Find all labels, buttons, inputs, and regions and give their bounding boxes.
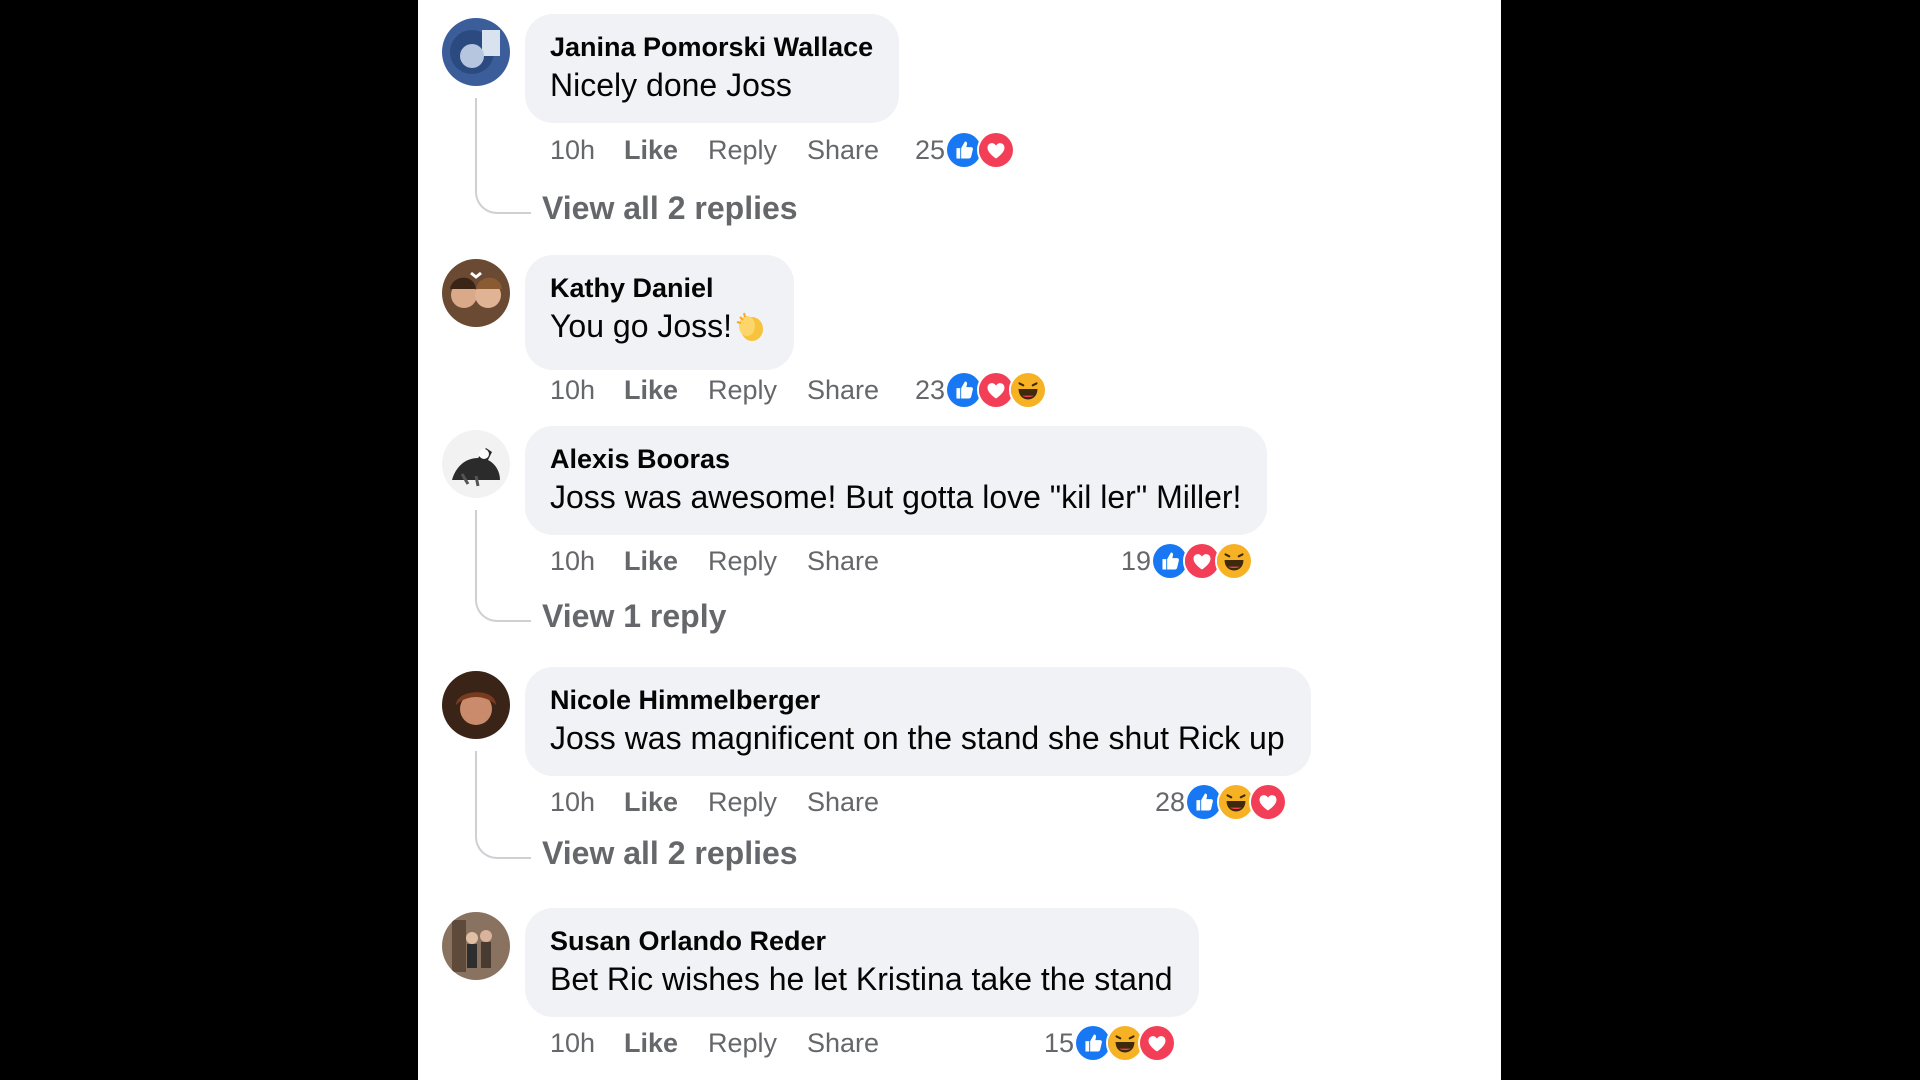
reply-button[interactable]: Reply — [708, 546, 807, 577]
share-button[interactable]: Share — [807, 135, 887, 166]
reply-button[interactable]: Reply — [708, 787, 807, 818]
comment-author[interactable]: Susan Orlando Reder — [550, 924, 1173, 958]
thread-connector — [475, 835, 531, 859]
reaction-count: 19 — [1121, 545, 1152, 576]
comment-bubble: Janina Pomorski Wallace Nicely done Joss — [525, 14, 900, 123]
reaction-count: 15 — [1044, 1027, 1075, 1058]
like-button[interactable]: Like — [624, 375, 708, 406]
like-button[interactable]: Like — [624, 135, 708, 166]
share-button[interactable]: Share — [807, 1028, 887, 1059]
avatar[interactable] — [442, 259, 510, 327]
comment-author[interactable]: Janina Pomorski Wallace — [550, 30, 873, 64]
view-replies-link[interactable]: View 1 reply — [542, 598, 726, 635]
comments-panel: Janina Pomorski Wallace Nicely done Joss… — [418, 0, 1501, 1080]
avatar[interactable] — [442, 671, 510, 739]
comment-text: Bet Ric wishes he let Kristina take the … — [550, 961, 1173, 997]
comment-actions: 10h Like Reply Share — [550, 130, 887, 170]
comment-actions: 10h Like Reply Share — [550, 541, 887, 581]
comment-text-content: You go Joss! — [550, 308, 733, 344]
comment-actions: 10h Like Reply Share — [550, 782, 887, 822]
share-button[interactable]: Share — [807, 787, 887, 818]
haha-reaction-icon — [1009, 371, 1048, 409]
like-button[interactable]: Like — [624, 787, 708, 818]
reactions-summary[interactable]: 23 — [915, 370, 1048, 410]
share-button[interactable]: Share — [807, 375, 887, 406]
reply-button[interactable]: Reply — [708, 375, 807, 406]
reactions-summary[interactable]: 25 — [915, 130, 1016, 170]
view-replies-link[interactable]: View all 2 replies — [542, 190, 798, 227]
comment-text: Joss was awesome! But gotta love "kil le… — [550, 479, 1242, 515]
comment-text: Joss was magnificent on the stand she sh… — [550, 720, 1285, 756]
comment-author[interactable]: Kathy Daniel — [550, 271, 768, 305]
avatar[interactable] — [442, 912, 510, 980]
comment-bubble: Nicole Himmelberger Joss was magnificent… — [525, 667, 1311, 776]
avatar[interactable] — [442, 18, 510, 86]
reply-button[interactable]: Reply — [708, 1028, 807, 1059]
thread-connector — [475, 598, 531, 622]
comment-timestamp[interactable]: 10h — [550, 546, 624, 577]
clapping-hands-emoji-icon — [734, 309, 768, 352]
reactions-summary[interactable]: 15 — [1044, 1023, 1177, 1063]
comment-timestamp[interactable]: 10h — [550, 375, 624, 406]
share-button[interactable]: Share — [807, 546, 887, 577]
comment-bubble: Kathy Daniel You go Joss! — [525, 255, 795, 370]
comment-text: You go Joss! — [550, 306, 768, 352]
view-replies-link[interactable]: View all 2 replies — [542, 835, 798, 872]
comment-author[interactable]: Alexis Booras — [550, 442, 1241, 476]
haha-reaction-icon — [1215, 542, 1254, 580]
comment-bubble: Alexis Booras Joss was awesome! But gott… — [525, 426, 1268, 535]
comment-actions: 10h Like Reply Share — [550, 370, 887, 410]
thread-connector — [475, 190, 531, 214]
thread-line — [475, 510, 477, 602]
love-reaction-icon — [1138, 1024, 1177, 1062]
reactions-summary[interactable]: 19 — [1121, 541, 1254, 581]
reaction-count: 28 — [1155, 786, 1186, 817]
reaction-count: 25 — [915, 134, 946, 165]
thread-line — [475, 751, 477, 839]
reaction-count: 23 — [915, 374, 946, 405]
thread-line — [475, 98, 477, 194]
love-reaction-icon — [1249, 783, 1288, 821]
comment-timestamp[interactable]: 10h — [550, 787, 624, 818]
comment-actions: 10h Like Reply Share — [550, 1023, 887, 1063]
love-reaction-icon — [977, 131, 1016, 169]
comment-text: Nicely done Joss — [550, 67, 792, 103]
comment-timestamp[interactable]: 10h — [550, 1028, 624, 1059]
like-button[interactable]: Like — [624, 546, 708, 577]
comment-author[interactable]: Nicole Himmelberger — [550, 683, 1285, 717]
avatar[interactable] — [442, 430, 510, 498]
comment-timestamp[interactable]: 10h — [550, 135, 624, 166]
reply-button[interactable]: Reply — [708, 135, 807, 166]
comment-bubble: Susan Orlando Reder Bet Ric wishes he le… — [525, 908, 1199, 1017]
reactions-summary[interactable]: 28 — [1155, 782, 1288, 822]
like-button[interactable]: Like — [624, 1028, 708, 1059]
